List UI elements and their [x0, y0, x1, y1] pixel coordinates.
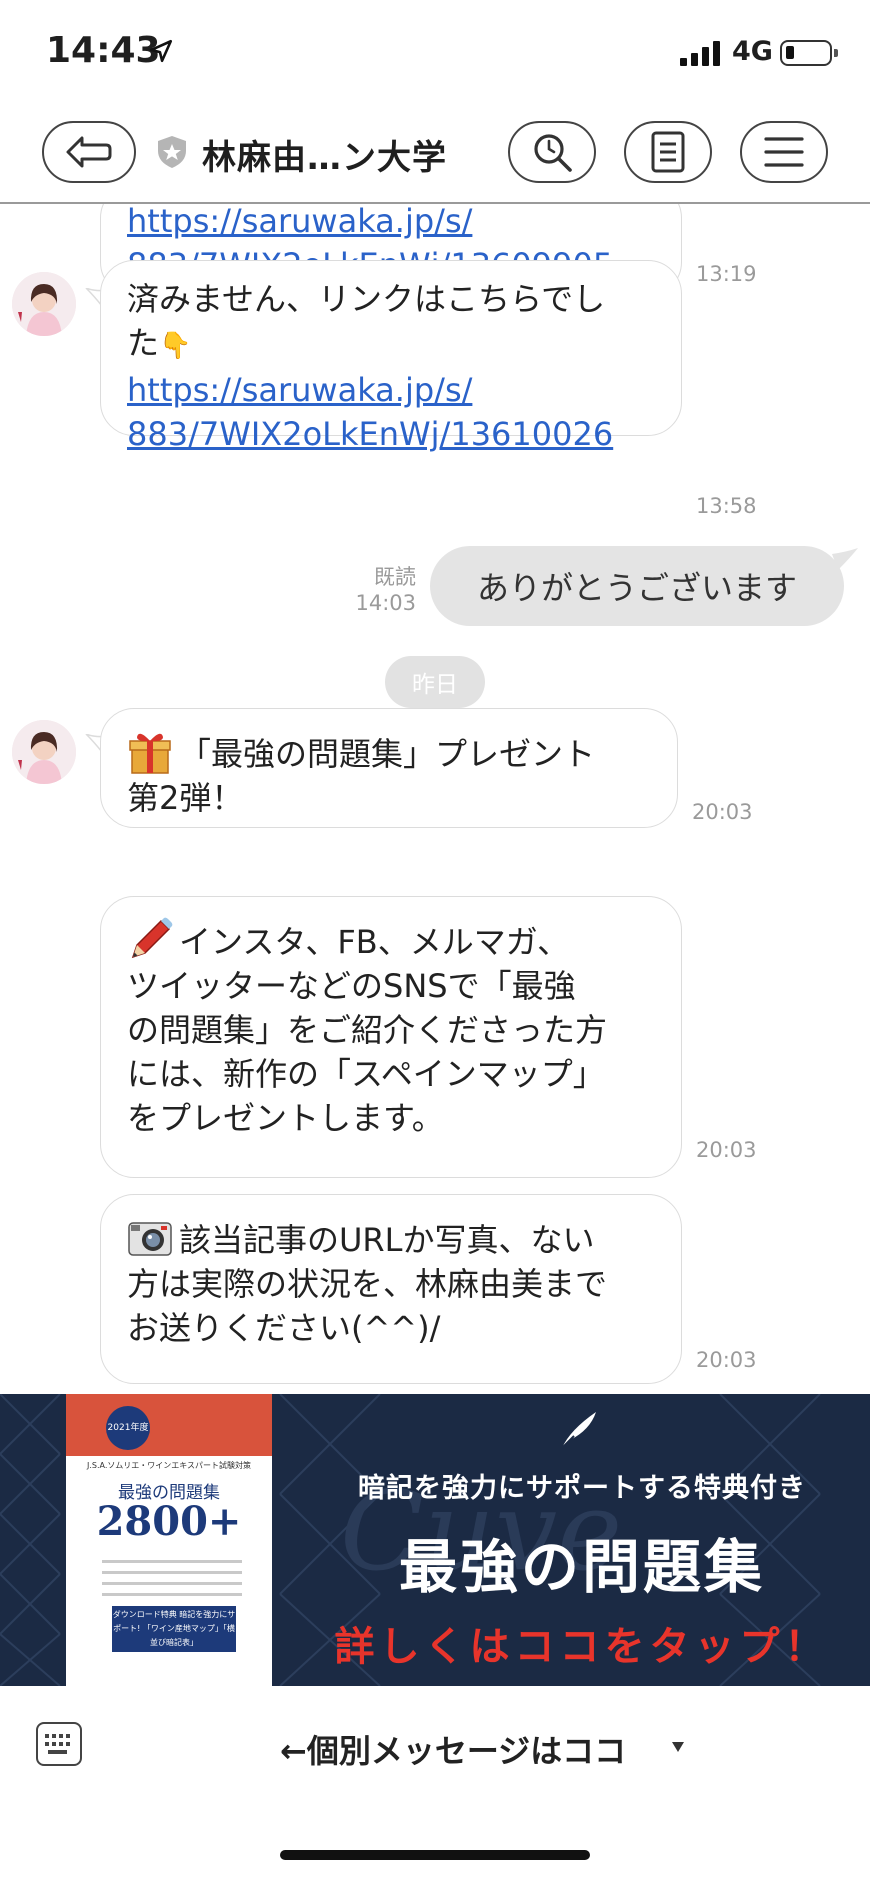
- book-cover-image: 2021年度 J.S.A.ソムリエ・ワインエキスパート試験対策 最強の問題集 2…: [66, 1394, 272, 1686]
- search-icon: [534, 134, 572, 172]
- message-text: 該当記事のURLか写真、ない: [179, 1221, 595, 1259]
- avatar-image: [12, 720, 76, 784]
- message-text: 済みません、リンクはこちらでし: [127, 280, 606, 318]
- message-link[interactable]: https://saruwaka.jp/s/883/7WIX2oLkEnWj/1…: [127, 371, 613, 453]
- status-time: 14:43: [46, 30, 161, 71]
- year-badge: 2021年度: [106, 1406, 150, 1450]
- shield-icon: [158, 136, 186, 168]
- message-bubble[interactable]: 済みません、リンクはこちらでし た👇 https://saruwaka.jp/s…: [100, 260, 682, 453]
- signal-bars-icon: [680, 41, 720, 66]
- book-bullet-lines: [102, 1552, 242, 1604]
- bubble-tail: [832, 548, 858, 570]
- menu-button[interactable]: [740, 121, 828, 183]
- book-download-label: ダウンロード特典 暗記を強力にサポート! 「ワイン産地マップ」「横並び暗記表」: [112, 1606, 236, 1652]
- my-message-bubble[interactable]: ありがとうございます: [430, 546, 844, 626]
- message-time: 13:58: [696, 494, 757, 518]
- pointing-hand-icon: 👇: [159, 331, 192, 361]
- message-bubble[interactable]: 「最強の問題集」プレゼント 第2弾！: [100, 708, 678, 828]
- home-indicator[interactable]: [280, 1850, 590, 1860]
- message-text: 第2弾！: [127, 779, 244, 817]
- banner-cta[interactable]: 詳しくはココをタップ！: [322, 1614, 842, 1672]
- keyboard-icon: [45, 1734, 70, 1754]
- avatar[interactable]: [12, 272, 76, 336]
- promo-banner[interactable]: Cuve 2021年度 J.S.A.ソムリエ・ワインエキスパート試験対策 最強の…: [0, 1394, 870, 1686]
- caret-down-icon[interactable]: [672, 1742, 684, 1752]
- chat-title: 林麻由…ン大学: [202, 138, 447, 178]
- back-button[interactable]: [42, 121, 136, 183]
- date-divider: 昨日: [385, 656, 485, 708]
- chat-header: 林麻由…ン大学: [0, 100, 870, 204]
- message-text: をプレゼントします。: [127, 1099, 444, 1137]
- banner-title: 最強の問題集: [398, 1533, 765, 1601]
- keyboard-button[interactable]: [36, 1722, 82, 1766]
- camera-icon: [128, 1222, 172, 1256]
- back-arrow-icon: [66, 136, 112, 168]
- pencil-icon: [131, 917, 173, 959]
- status-bar: 14:43 4G: [0, 0, 870, 100]
- chat-timeline[interactable]: https://saruwaka.jp/s/883/7WIX2oLkEnWj/1…: [0, 204, 870, 1394]
- message-text: には、新作の「スペインマップ」: [127, 1055, 605, 1093]
- avatar-image: [12, 272, 76, 336]
- network-type: 4G: [732, 36, 773, 67]
- message-text: た: [127, 324, 160, 362]
- message-text: 方は実際の状況を、林麻由美まで: [127, 1265, 608, 1303]
- message-text: お送りください(^^)/: [127, 1309, 441, 1347]
- message-bubble[interactable]: インスタ、FB、メルマガ、 ツイッターなどのSNSで「最強 の問題集」をご紹介く…: [100, 896, 682, 1178]
- message-text: ツイッターなどのSNSで「最強: [127, 967, 576, 1005]
- rich-menu-toggle[interactable]: ←個別メッセージはココ: [280, 1726, 626, 1772]
- quill-logo-icon: [561, 1412, 596, 1449]
- location-arrow-icon: [149, 39, 173, 63]
- search-button[interactable]: [508, 121, 596, 183]
- gift-icon: [129, 733, 171, 774]
- read-status: 既読 14:03: [355, 565, 416, 615]
- document-icon: [651, 131, 685, 173]
- message-time: 20:03: [692, 800, 753, 824]
- message-time: 20:03: [696, 1138, 757, 1162]
- message-text: インスタ、FB、メルマガ、: [179, 923, 570, 961]
- banner-tagline: 暗記を強力にサポートする特典付き: [358, 1473, 806, 1504]
- message-bubble[interactable]: 該当記事のURLか写真、ない 方は実際の状況を、林麻由美まで お送りください(^…: [100, 1194, 682, 1384]
- message-time: 20:03: [696, 1348, 757, 1372]
- book-subtitle: J.S.A.ソムリエ・ワインエキスパート試験対策: [87, 1461, 251, 1470]
- avatar[interactable]: [12, 720, 76, 784]
- message-time: 13:19: [696, 262, 757, 286]
- hamburger-menu-icon: [764, 137, 804, 167]
- notes-button[interactable]: [624, 121, 712, 183]
- message-text: の問題集」をご紹介くださった方: [127, 1011, 608, 1049]
- battery-icon: [780, 40, 838, 66]
- message-text: 「最強の問題集」プレゼント: [179, 735, 596, 773]
- book-count: 2800+: [96, 1498, 242, 1545]
